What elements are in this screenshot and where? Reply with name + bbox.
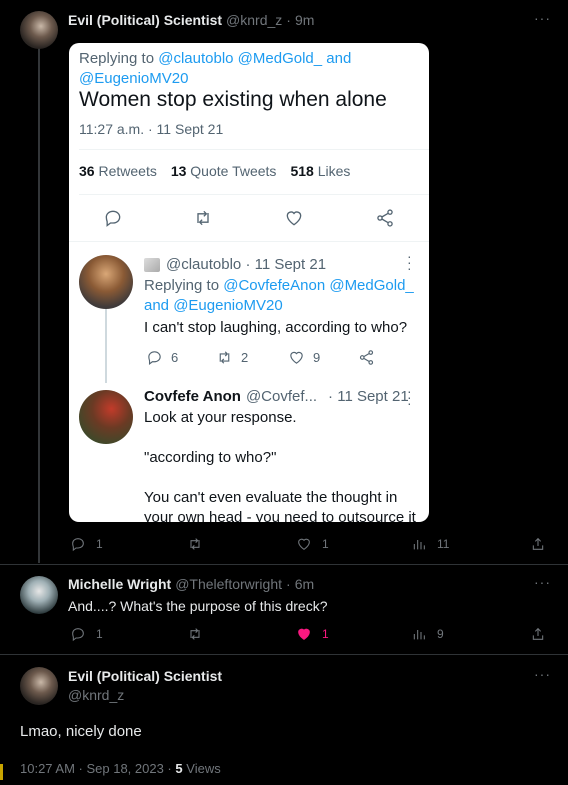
reply-text: I can't stop laughing, according to who? [144, 319, 408, 336]
divider [0, 654, 568, 655]
quote-tweets-stat: 13 Quote Tweets [170, 163, 277, 179]
author-handle[interactable]: @knrd_z [68, 687, 222, 703]
reply-header: @clautoblo · 11 Sept 21 [144, 256, 326, 273]
views-count: 5 [175, 761, 183, 776]
edge-marker [0, 764, 3, 780]
mention-link[interactable]: @clautoblo @MedGold_ and [158, 50, 351, 67]
separator-dot: · [286, 576, 291, 592]
more-options-icon: · · · [407, 248, 412, 276]
tweet-time[interactable]: 6m [295, 576, 314, 592]
reply-count: 6 [146, 349, 178, 366]
divider [0, 564, 568, 565]
views-button[interactable]: 11 [411, 536, 449, 552]
avatar [79, 255, 133, 309]
like-button[interactable]: 1 [296, 536, 329, 552]
avatar [79, 390, 133, 444]
replying-to: Replying to @clautoblo @MedGold_ and @Eu… [79, 50, 352, 87]
avatar[interactable] [20, 11, 58, 49]
tweet-header: Michelle Wright @Theleftorwright · 6m [68, 576, 314, 592]
tweet-meta: 10:27 AM · Sep 18, 2023 · 5 Views [20, 761, 221, 776]
reply-header: Covfefe Anon @Covfef... · 11 Sept 21 [144, 388, 409, 405]
avatar[interactable] [20, 576, 58, 614]
author-name[interactable]: Michelle Wright [68, 576, 171, 592]
retweets-stat: 36 Retweets [79, 163, 157, 179]
more-options-icon: · · · [407, 383, 412, 411]
views-button[interactable]: 9 [411, 626, 444, 642]
more-options-icon[interactable]: ··· [534, 666, 551, 682]
thread-line [105, 309, 107, 383]
tweet-timestamp[interactable]: 10:27 AM · Sep 18, 2023 · [20, 761, 172, 776]
author-name[interactable]: Evil (Political) Scientist [68, 668, 222, 684]
reply-text: Look at your response. "according to who… [144, 409, 416, 522]
separator-dot: · [286, 12, 291, 28]
share-button[interactable] [530, 536, 546, 552]
retweet-icon [193, 208, 213, 233]
reply-icon [103, 208, 123, 233]
tweet-header: Evil (Political) Scientist @knrd_z · 9m [68, 12, 314, 28]
broken-emoji-icon [144, 257, 160, 272]
views-label: Views [186, 761, 221, 776]
more-options-icon[interactable]: ··· [534, 10, 551, 26]
share-icon [358, 349, 375, 366]
more-options-icon[interactable]: ··· [534, 574, 551, 590]
reply-button[interactable]: 1 [70, 626, 103, 642]
reply-button[interactable]: 1 [70, 536, 103, 552]
share-button[interactable] [530, 626, 546, 642]
author-name[interactable]: Evil (Political) Scientist [68, 12, 222, 28]
retweet-button[interactable] [187, 536, 203, 552]
like-button-active[interactable]: 1 [296, 626, 329, 642]
thread-line [38, 48, 40, 563]
retweet-button[interactable] [187, 626, 203, 642]
tweet-text: And....? What's the purpose of this drec… [68, 598, 328, 614]
embedded-tweet-image[interactable]: Replying to @clautoblo @MedGold_ and @Eu… [69, 43, 429, 522]
like-count: 9 [288, 349, 320, 366]
mention-link[interactable]: @EugenioMV20 [79, 70, 188, 87]
replying-to: Replying to @CovfefeAnon @MedGold_ and @… [144, 277, 414, 314]
tweet-time[interactable]: 9m [295, 12, 314, 28]
share-icon [375, 208, 395, 233]
author-handle[interactable]: @Theleftorwright [175, 576, 282, 592]
avatar[interactable] [20, 667, 58, 705]
author-handle[interactable]: @knrd_z [226, 12, 282, 28]
heart-icon [284, 208, 304, 233]
likes-stat: 518 Likes [290, 163, 351, 179]
tweet-text: Lmao, nicely done [20, 723, 142, 740]
embedded-timestamp: 11:27 a.m. · 11 Sept 21 [79, 121, 224, 137]
engagement-stats: 36 Retweets 13 Quote Tweets 518 Likes [79, 163, 350, 179]
tweet-header: Evil (Political) Scientist @knrd_z [68, 668, 222, 703]
embedded-tweet-text: Women stop existing when alone [79, 88, 387, 111]
retweet-count: 2 [216, 349, 248, 366]
